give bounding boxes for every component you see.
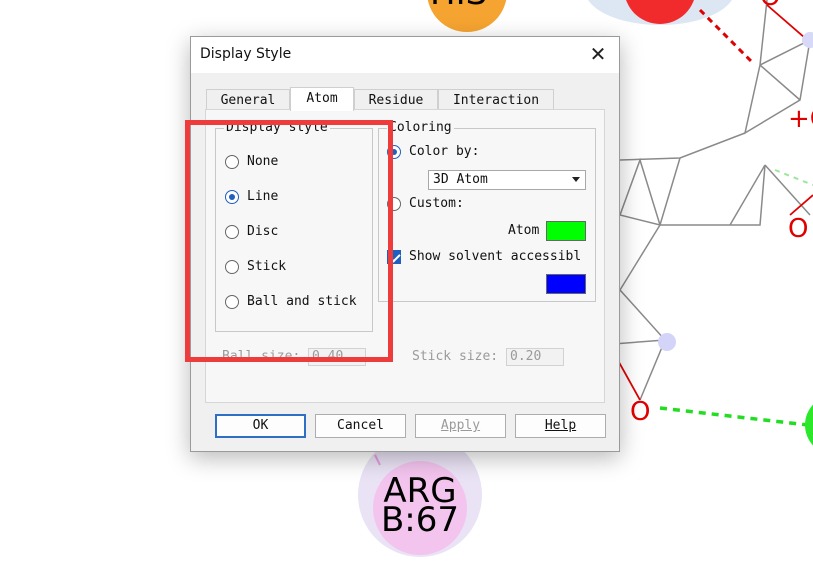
red-dashed-bond [698, 8, 754, 64]
residue-top-label: HIS [430, 0, 487, 13]
radio-label: Color by: [409, 144, 480, 159]
apply-button[interactable]: Apply [415, 414, 506, 438]
radio-button[interactable] [225, 225, 239, 239]
display-style-dialog: Display Style ✕ General Atom Residue Int… [190, 36, 620, 452]
ball-size-label: Ball size: [222, 349, 301, 364]
tab-interaction[interactable]: Interaction [438, 89, 554, 111]
radio-label: Disc [247, 224, 279, 239]
help-label: Help [544, 418, 577, 433]
tab-label: Residue [368, 93, 424, 108]
help-button[interactable]: Help [515, 414, 606, 438]
title-bar: Display Style ✕ [191, 37, 619, 73]
chevron-down-icon [572, 177, 580, 182]
color-by-select[interactable]: 3D Atom [428, 170, 586, 190]
select-value: 3D Atom [433, 172, 488, 187]
tab-atom[interactable]: Atom [290, 87, 354, 111]
radio-label: Custom: [409, 196, 464, 211]
atom-label: O [760, 0, 780, 12]
residue-label-line2: B:67 [381, 500, 459, 540]
green-dashed-bond [659, 406, 809, 427]
input-value: 0.20 [510, 349, 542, 364]
radio-button[interactable] [225, 295, 239, 309]
close-icon[interactable]: ✕ [585, 41, 611, 67]
wireframe-bonds [598, 0, 811, 401]
ball-size-input[interactable]: 0.40 [308, 348, 366, 366]
tab-general[interactable]: General [206, 89, 290, 111]
tab-label: Atom [306, 91, 338, 106]
radio-button[interactable] [225, 260, 239, 274]
radio-label: Stick [247, 259, 287, 274]
atom-label: O [630, 397, 650, 427]
radio-label: None [247, 154, 279, 169]
atom-color-label: Atom [508, 223, 540, 238]
atom-color-swatch[interactable] [546, 221, 586, 241]
atom-dot [658, 333, 676, 351]
cancel-button[interactable]: Cancel [315, 414, 406, 438]
tab-label: General [220, 93, 276, 108]
tab-label: Interaction [452, 93, 540, 108]
coloring-legend: Coloring [387, 120, 454, 135]
residue-node-green [805, 404, 813, 446]
radio-button[interactable] [225, 155, 239, 169]
checkbox-label: Show solvent accessibl [409, 249, 582, 264]
dialog-title: Display Style [200, 46, 292, 62]
stick-size-label: Stick size: [412, 349, 499, 364]
stick-size-input[interactable]: 0.20 [506, 348, 564, 366]
tab-residue[interactable]: Residue [354, 89, 438, 111]
radio-button[interactable] [387, 197, 401, 211]
atom-label: +O [788, 104, 813, 134]
red-bonds [614, 4, 813, 401]
radio-button-checked[interactable] [225, 190, 239, 204]
atom-dot [802, 32, 813, 48]
checkbox-checked[interactable] [387, 250, 401, 264]
radio-label: Ball and stick [247, 294, 357, 309]
solvent-color-swatch[interactable] [546, 274, 586, 294]
display-style-legend: Display style [224, 120, 330, 135]
ok-button[interactable]: OK [215, 414, 306, 438]
radio-button-checked[interactable] [387, 145, 401, 159]
input-value: 0.40 [312, 349, 344, 364]
tab-panel-atom: Display style None Line Disc Stick Ball … [205, 109, 605, 403]
radio-label: Line [247, 189, 279, 204]
atom-label: O [788, 214, 808, 244]
